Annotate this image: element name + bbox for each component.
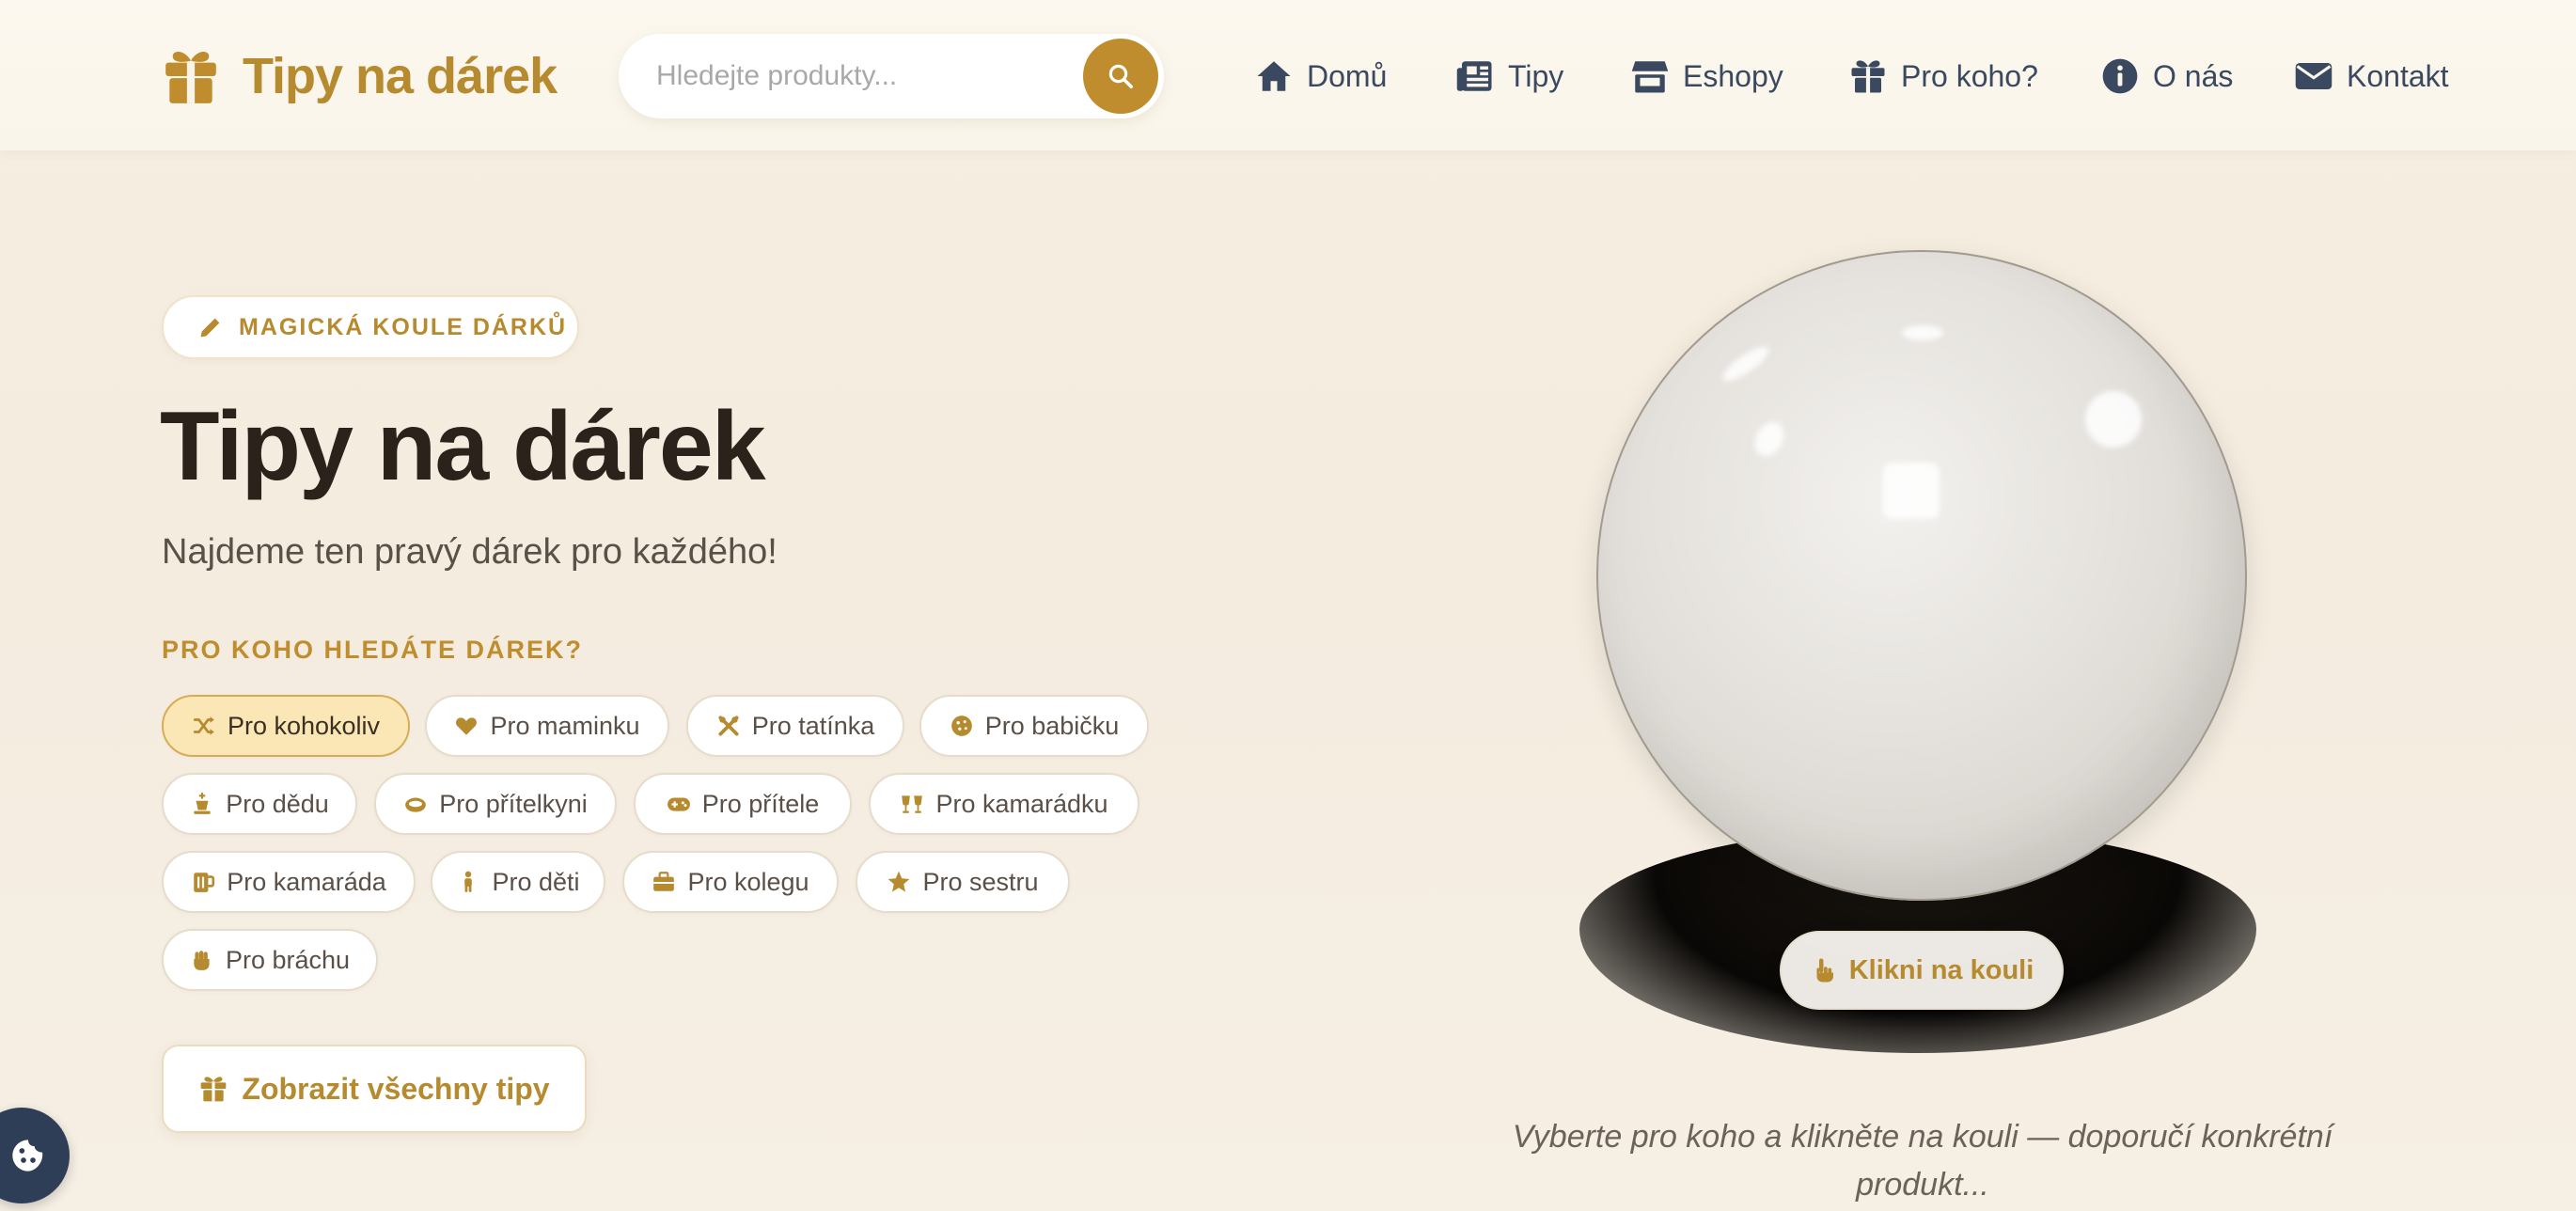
chip-mom[interactable]: Pro maminku xyxy=(425,695,669,757)
chip-label: Pro sestru xyxy=(922,867,1039,896)
nav-home-label: Domů xyxy=(1307,58,1388,93)
chip-label: Pro děti xyxy=(492,867,580,896)
hand-pointer-icon xyxy=(1816,958,1833,983)
chip-brother[interactable]: Pro bráchu xyxy=(162,929,378,991)
chip-label: Pro babičku xyxy=(984,711,1120,740)
pencil-icon xyxy=(200,318,220,338)
nav-about-label: O nás xyxy=(2153,58,2234,93)
gamepad-icon xyxy=(667,797,690,811)
page-subtitle: Najdeme ten pravý dárek pro každého! xyxy=(162,532,778,572)
chip-dad[interactable]: Pro tatínka xyxy=(686,695,904,757)
star-icon xyxy=(888,871,910,892)
chip-label: Pro dědu xyxy=(226,789,329,818)
cookie-settings-button[interactable] xyxy=(0,1108,70,1203)
chip-label: Pro přítele xyxy=(701,789,820,818)
ring-icon xyxy=(405,797,427,812)
main-nav: Domů Tipy Eshopy Pro koho? O nás Kontakt xyxy=(0,49,2576,103)
ball-highlight xyxy=(1883,463,1940,519)
chip-sister[interactable]: Pro sestru xyxy=(856,851,1070,913)
chip-label: Pro kamarádku xyxy=(935,789,1108,818)
nav-contact[interactable]: Kontakt xyxy=(2294,49,2449,103)
child-icon xyxy=(464,871,473,892)
nav-about[interactable]: O nás xyxy=(2100,49,2233,103)
home-icon xyxy=(1257,61,1291,91)
show-all-tips-button[interactable]: Zobrazit všechny tipy xyxy=(162,1045,587,1133)
gift-icon xyxy=(201,1077,227,1102)
chip-grandma[interactable]: Pro babičku xyxy=(919,695,1149,757)
shuffle-icon xyxy=(194,716,214,735)
fist-icon xyxy=(194,951,210,970)
recipient-section-label: PRO KOHO HLEDÁTE DÁREK? xyxy=(162,636,584,664)
nav-for-whom[interactable]: Pro koho? xyxy=(1848,49,2038,103)
chip-label: Pro přítelkyni xyxy=(439,789,588,818)
briefcase-icon xyxy=(653,872,675,891)
chip-girlfriend[interactable]: Pro přítelkyni xyxy=(374,773,617,835)
chip-kids[interactable]: Pro děti xyxy=(431,851,605,913)
ball-highlight xyxy=(1719,340,1773,387)
tools-icon xyxy=(718,716,739,736)
chip-girl-friend[interactable]: Pro kamarádku xyxy=(869,773,1139,835)
newspaper-icon xyxy=(1456,61,1492,91)
page-title: Tipy na dárek xyxy=(160,392,766,501)
chip-label: Pro kolegu xyxy=(687,867,809,896)
hero-badge: MAGICKÁ KOULE DÁRKŮ xyxy=(162,295,579,359)
nav-tips-label: Tipy xyxy=(1508,58,1564,93)
cookie-icon xyxy=(12,1140,43,1172)
ball-highlight xyxy=(2074,380,2153,459)
nav-eshops-label: Eshopy xyxy=(1683,58,1783,93)
chip-label: Pro kohokoliv xyxy=(227,711,381,740)
chip-label: Pro bráchu xyxy=(225,945,351,974)
chess-king-icon xyxy=(194,793,211,814)
hero-badge-label: MAGICKÁ KOULE DÁRKŮ xyxy=(239,313,568,340)
heart-icon xyxy=(456,717,478,735)
ball-highlight xyxy=(1902,325,1943,340)
ball-highlight xyxy=(2056,251,2152,292)
chip-label: Pro maminku xyxy=(490,711,640,740)
nav-home[interactable]: Domů xyxy=(1254,49,1387,103)
chip-label: Pro tatínka xyxy=(751,711,875,740)
info-icon xyxy=(2102,58,2138,94)
click-ball-label: Klikni na kouli xyxy=(1848,954,2034,985)
glass-cheers-icon xyxy=(902,795,923,813)
nav-contact-label: Kontakt xyxy=(2347,58,2449,93)
ball-hint-text: Vyberte pro koho a klikněte na kouli — d… xyxy=(1512,1119,2333,1203)
beer-mug-icon xyxy=(194,873,215,892)
chip-label: Pro kamaráda xyxy=(227,867,386,896)
ball-highlight xyxy=(1749,417,1790,462)
chip-boyfriend[interactable]: Pro přítele xyxy=(634,773,852,835)
chip-colleague[interactable]: Pro kolegu xyxy=(622,851,839,913)
nav-eshops[interactable]: Eshopy xyxy=(1630,49,1783,103)
nav-tips[interactable]: Tipy xyxy=(1455,49,1563,103)
chip-grandpa[interactable]: Pro dědu xyxy=(162,773,357,835)
chip-anyone[interactable]: Pro kohokoliv xyxy=(162,695,410,757)
magic-ball[interactable] xyxy=(1596,250,2247,901)
site-header: Tipy na dárek Domů Tipy Eshopy Pro koho? xyxy=(0,0,2576,150)
chip-buddy[interactable]: Pro kamaráda xyxy=(162,851,416,913)
nav-for-whom-label: Pro koho? xyxy=(1901,58,2038,93)
envelope-icon xyxy=(2295,63,2333,89)
gift-icon xyxy=(1851,60,1885,93)
store-icon xyxy=(1631,61,1669,93)
show-all-tips-label: Zobrazit všechny tipy xyxy=(242,1071,550,1106)
cookie-icon xyxy=(950,716,972,736)
click-ball-button[interactable]: Klikni na kouli xyxy=(1780,931,2064,1010)
